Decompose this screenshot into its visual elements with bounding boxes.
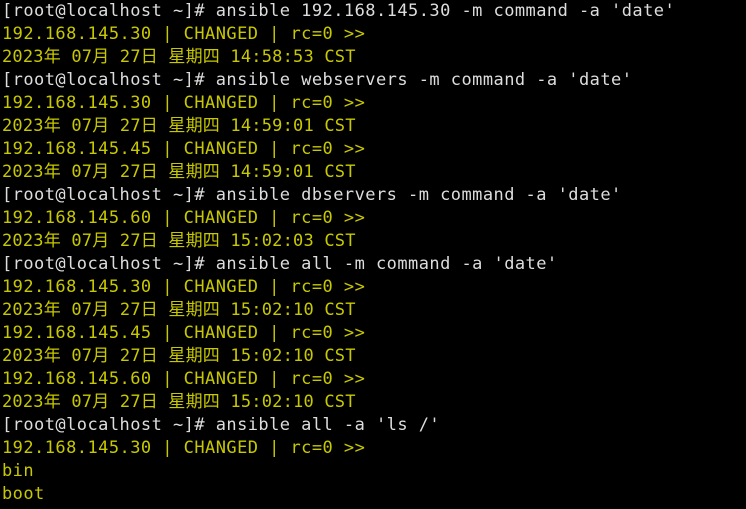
terminal-output-line: 192.168.145.30 | CHANGED | rc=0 >> (2, 93, 366, 113)
terminal-output-line: 192.168.145.45 | CHANGED | rc=0 >> (2, 323, 366, 343)
terminal-output-area: [root@localhost ~]# ansible 192.168.145.… (0, 0, 746, 509)
terminal-output-line: 2023年 07月 27日 星期四 14:58:53 CST (2, 47, 356, 67)
terminal-output-line: 2023年 07月 27日 星期四 15:02:10 CST (2, 346, 356, 366)
terminal-output-line: 2023年 07月 27日 星期四 15:02:03 CST (2, 231, 356, 251)
terminal-output-line: bin (2, 461, 35, 481)
terminal-command-line: [root@localhost ~]# ansible webservers -… (2, 70, 633, 90)
terminal-command-line: [root@localhost ~]# ansible dbservers -m… (2, 185, 622, 205)
terminal-output-line: 2023年 07月 27日 星期四 14:59:01 CST (2, 162, 356, 182)
terminal-output-line: 192.168.145.30 | CHANGED | rc=0 >> (2, 277, 366, 297)
terminal-output-line: 192.168.145.30 | CHANGED | rc=0 >> (2, 24, 366, 44)
terminal-command-line: [root@localhost ~]# ansible all -m comma… (2, 254, 558, 274)
terminal-command-line: [root@localhost ~]# ansible 192.168.145.… (2, 1, 676, 21)
terminal-output-line: 2023年 07月 27日 星期四 15:02:10 CST (2, 392, 356, 412)
terminal-output-line: 2023年 07月 27日 星期四 15:02:10 CST (2, 300, 356, 320)
terminal-output-line: 2023年 07月 27日 星期四 14:59:01 CST (2, 116, 356, 136)
terminal-window[interactable]: [root@localhost ~]# ansible 192.168.145.… (0, 0, 746, 509)
terminal-output-line: 192.168.145.60 | CHANGED | rc=0 >> (2, 369, 366, 389)
terminal-output-line: 192.168.145.60 | CHANGED | rc=0 >> (2, 208, 366, 228)
terminal-command-line: [root@localhost ~]# ansible all -a 'ls /… (2, 415, 441, 435)
terminal-output-line: 192.168.145.30 | CHANGED | rc=0 >> (2, 438, 366, 458)
terminal-output-line: 192.168.145.45 | CHANGED | rc=0 >> (2, 139, 366, 159)
terminal-output-line: boot (2, 484, 45, 504)
